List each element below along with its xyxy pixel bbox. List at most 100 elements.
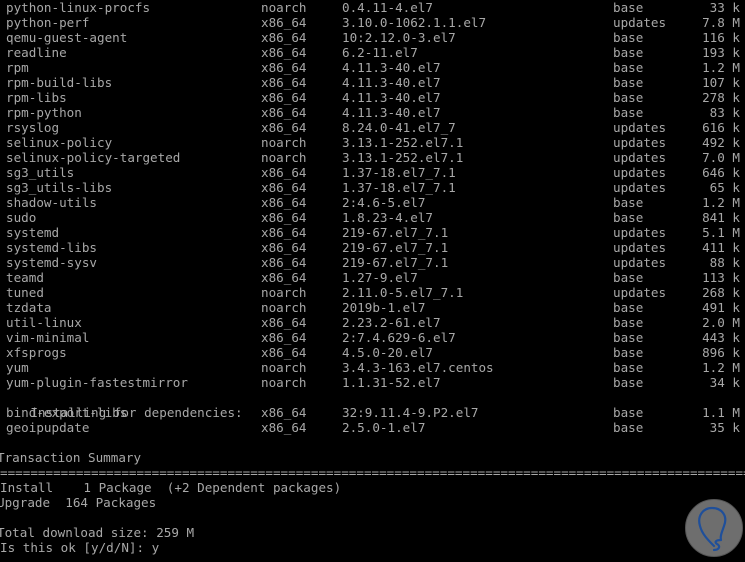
package-size: 1.1 M: [702, 405, 740, 420]
package-row: rpm-build-libs x86_64 4.11.3-40.el7 base 107…: [0, 75, 745, 90]
package-name: selinux-policy: [6, 135, 113, 150]
package-name: rpm-build-libs: [6, 75, 113, 90]
package-arch: x86_64: [261, 120, 307, 135]
package-size: 7.0 M: [702, 150, 740, 165]
lightbulb-logo-icon: [698, 506, 727, 552]
package-name: yum-plugin-fastestmirror: [6, 375, 188, 390]
package-repo: base: [613, 60, 644, 75]
package-row: yum-plugin-fastestmirror noarch 1.1.31-52.…: [0, 375, 745, 390]
package-size: 83 k: [709, 105, 740, 120]
package-version: 4.11.3-40.el7: [342, 60, 441, 75]
terminal-screen[interactable]: python-linux-procfs noarch 0.4.11-4.el7 bas…: [0, 0, 745, 562]
package-name: systemd-sysv: [6, 255, 97, 270]
package-repo: updates: [613, 225, 667, 240]
package-size: 491 k: [702, 300, 740, 315]
package-arch: x86_64: [261, 225, 307, 240]
package-version: 2.5.0-1.el7: [342, 420, 426, 435]
package-version: 1.1.31-52.el7: [342, 375, 441, 390]
package-repo: base: [613, 345, 644, 360]
package-size: 1.2 M: [702, 60, 740, 75]
package-arch: x86_64: [261, 165, 307, 180]
package-version: 0.4.11-4.el7: [342, 0, 433, 15]
package-arch: x86_64: [261, 15, 307, 30]
package-row: rsyslog x86_64 8.24.0-41.el7_7 updates 616 k: [0, 120, 745, 135]
package-arch: x86_64: [261, 180, 307, 195]
package-row: xfsprogs x86_64 4.5.0-20.el7 base 896 k: [0, 345, 745, 360]
package-repo: updates: [613, 120, 667, 135]
package-repo: base: [613, 300, 644, 315]
upgrade-count-line: Upgrade 164 Packages: [0, 495, 157, 510]
package-row: qemu-guest-agent x86_64 10:2.12.0-3.el7 bas…: [0, 30, 745, 45]
watermark-logo: [685, 499, 743, 557]
package-version: 3.13.1-252.el7.1: [342, 150, 464, 165]
package-version: 219-67.el7_7.1: [342, 225, 449, 240]
package-arch: x86_64: [261, 30, 307, 45]
package-row: selinux-policy noarch 3.13.1-252.el7.1 upda…: [0, 135, 745, 150]
package-version: 1.37-18.el7_7.1: [342, 180, 456, 195]
package-version: 2:7.4.629-6.el7: [342, 330, 456, 345]
package-row: sg3_utils-libs x86_64 1.37-18.el7_7.1 updat…: [0, 180, 745, 195]
package-row: util-linux x86_64 2.23.2-61.el7 base 2.0 M: [0, 315, 745, 330]
package-name: systemd: [6, 225, 60, 240]
package-size: 443 k: [702, 330, 740, 345]
dependencies-header: Installing for dependencies:: [0, 390, 242, 420]
package-repo: updates: [613, 135, 667, 150]
package-arch: x86_64: [261, 330, 307, 345]
package-row: rpm-libs x86_64 4.11.3-40.el7 base 278 k: [0, 90, 745, 105]
package-size: 34 k: [709, 375, 740, 390]
package-arch: noarch: [261, 300, 307, 315]
package-version: 1.27-9.el7: [342, 270, 418, 285]
package-size: 113 k: [702, 270, 740, 285]
package-size: 1.2 M: [702, 195, 740, 210]
package-row: yum noarch 3.4.3-163.el7.centos base 1.2 M: [0, 360, 745, 375]
package-size: 268 k: [702, 285, 740, 300]
package-repo: base: [613, 420, 644, 435]
package-row: sg3_utils x86_64 1.37-18.el7_7.1 updates 646…: [0, 165, 745, 180]
package-name: selinux-policy-targeted: [6, 150, 181, 165]
package-size: 193 k: [702, 45, 740, 60]
package-arch: x86_64: [261, 45, 307, 60]
package-size: 35 k: [709, 420, 740, 435]
package-arch: x86_64: [261, 315, 307, 330]
package-arch: noarch: [261, 360, 307, 375]
package-row: readline x86_64 6.2-11.el7 base 193 k: [0, 45, 745, 60]
package-repo: base: [613, 315, 644, 330]
package-name: xfsprogs: [6, 345, 67, 360]
package-version: 2:4.6-5.el7: [342, 195, 426, 210]
package-version: 219-67.el7_7.1: [342, 255, 449, 270]
package-repo: updates: [613, 15, 667, 30]
package-arch: x86_64: [261, 195, 307, 210]
package-name: yum: [6, 360, 29, 375]
confirm-prompt[interactable]: Is this ok [y/d/N]: y: [0, 540, 159, 555]
package-arch: x86_64: [261, 75, 307, 90]
package-name: tuned: [6, 285, 44, 300]
package-size: 278 k: [702, 90, 740, 105]
package-arch: x86_64: [261, 345, 307, 360]
package-name: util-linux: [6, 315, 82, 330]
package-version: 1.8.23-4.el7: [342, 210, 433, 225]
package-arch: x86_64: [261, 270, 307, 285]
package-arch: x86_64: [261, 105, 307, 120]
package-size: 107 k: [702, 75, 740, 90]
package-repo: base: [613, 30, 644, 45]
package-name: systemd-libs: [6, 240, 97, 255]
package-repo: base: [613, 405, 644, 420]
package-repo: base: [613, 210, 644, 225]
package-version: 8.24.0-41.el7_7: [342, 120, 456, 135]
package-arch: x86_64: [261, 60, 307, 75]
package-name: shadow-utils: [6, 195, 97, 210]
package-row: systemd x86_64 219-67.el7_7.1 updates 5.1 M: [0, 225, 745, 240]
package-repo: updates: [613, 150, 667, 165]
package-version: 4.11.3-40.el7: [342, 90, 441, 105]
package-repo: base: [613, 105, 644, 120]
package-version: 2.23.2-61.el7: [342, 315, 441, 330]
package-arch: noarch: [261, 135, 307, 150]
package-size: 1.2 M: [702, 360, 740, 375]
package-name: rpm-libs: [6, 90, 67, 105]
package-name: geoipupdate: [6, 420, 90, 435]
package-row: rpm-python x86_64 4.11.3-40.el7 base 83 k: [0, 105, 745, 120]
package-name: python-perf: [6, 15, 90, 30]
package-name: python-linux-procfs: [6, 0, 151, 15]
package-name: teamd: [6, 270, 44, 285]
package-size: 2.0 M: [702, 315, 740, 330]
